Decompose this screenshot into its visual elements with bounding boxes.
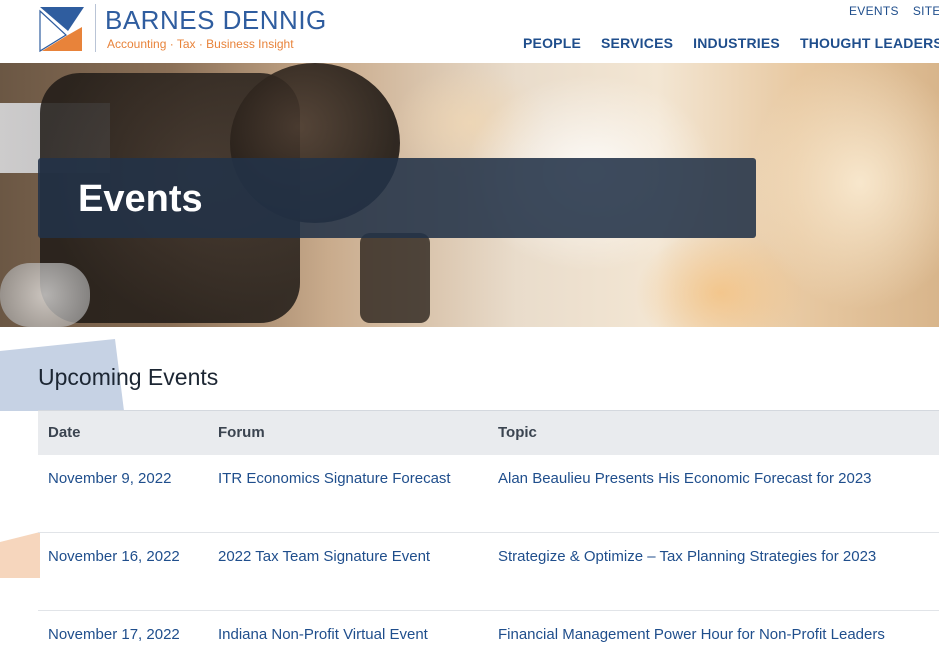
brand-tagline: Accounting · Tax · Business Insight [107,37,294,51]
barnes-dennig-logo[interactable] [38,5,86,53]
event-forum-link[interactable]: Indiana Non-Profit Virtual Event [218,626,428,643]
event-date-link[interactable]: November 16, 2022 [48,548,180,565]
events-table: Date Forum Topic November 9, 2022 ITR Ec… [38,410,939,668]
hero-photo-light [0,263,90,327]
brand-name[interactable]: BARNES DENNIG [105,6,327,34]
site-header: BARNES DENNIG Accounting · Tax · Busines… [0,0,939,63]
table-row: November 17, 2022 Indiana Non-Profit Vir… [38,611,939,668]
nav-item-services[interactable]: SERVICES [601,35,673,51]
event-forum-link[interactable]: ITR Economics Signature Forecast [218,470,451,487]
nav-item-people[interactable]: PEOPLE [523,35,581,51]
nav-item-thought-leadership[interactable]: THOUGHT LEADERSHIP [800,35,939,51]
table-header: Date Forum Topic [38,410,939,455]
hero-banner: Events [0,63,939,327]
column-header-forum: Forum [218,424,265,441]
nav-item-industries[interactable]: INDUSTRIES [693,35,780,51]
event-topic-link[interactable]: Strategize & Optimize – Tax Planning Str… [498,548,876,565]
utility-link-events[interactable]: EVENTS [849,4,899,18]
event-date-link[interactable]: November 17, 2022 [48,626,180,643]
section-title: Upcoming Events [38,364,219,390]
table-row: November 9, 2022 ITR Economics Signature… [38,455,939,533]
utility-nav: EVENTS SITE S [849,4,939,18]
table-row: November 16, 2022 2022 Tax Team Signatur… [38,533,939,611]
event-forum-link[interactable]: 2022 Tax Team Signature Event [218,548,430,565]
event-topic-link[interactable]: Financial Management Power Hour for Non-… [498,626,885,643]
page-title: Events [78,178,203,220]
utility-link-site-search[interactable]: SITE S [913,4,939,18]
logo-divider [95,4,96,52]
decorative-peach-shape [0,532,40,578]
main-nav: PEOPLE SERVICES INDUSTRIES THOUGHT LEADERSH… [523,35,939,51]
column-header-topic: Topic [498,424,537,441]
event-date-link[interactable]: November 9, 2022 [48,470,171,487]
column-header-date: Date [48,424,81,441]
page-title-banner: Events [38,158,756,238]
hero-photo-tripod [360,233,430,323]
event-topic-link[interactable]: Alan Beaulieu Presents His Economic Fore… [498,470,872,487]
